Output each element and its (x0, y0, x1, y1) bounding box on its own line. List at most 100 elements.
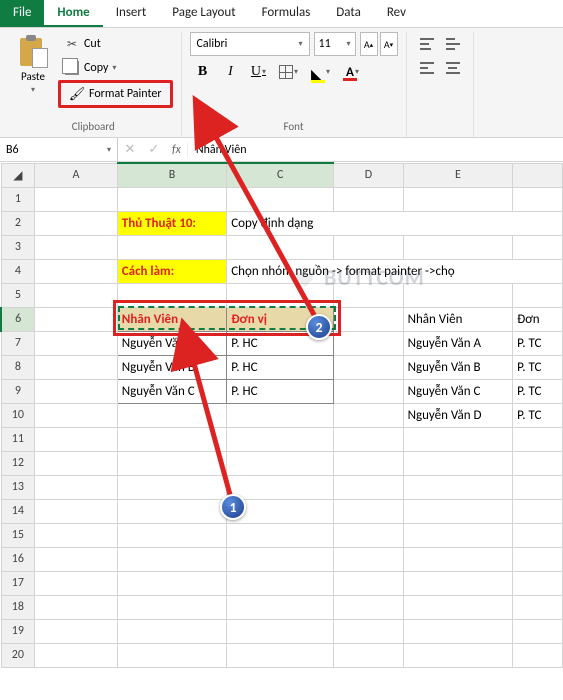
cell[interactable] (227, 595, 334, 619)
cell[interactable] (35, 451, 118, 475)
accept-formula-button[interactable]: ✓ (142, 142, 166, 157)
cell[interactable]: Copy định dạng (227, 211, 563, 235)
row-header[interactable]: 10 (1, 403, 35, 427)
fill-color-button[interactable]: ◣▾ (306, 60, 336, 84)
cell[interactable] (403, 523, 513, 547)
cell[interactable]: P. TC (513, 379, 563, 403)
cell[interactable] (334, 595, 403, 619)
row-header[interactable]: 18 (1, 595, 35, 619)
cell[interactable]: P. HC (227, 331, 334, 355)
col-header-E[interactable]: E (403, 163, 513, 187)
cell[interactable] (334, 499, 403, 523)
underline-button[interactable]: U▾ (246, 60, 272, 84)
align-left-button[interactable] (415, 56, 439, 80)
cell[interactable] (35, 379, 118, 403)
cell[interactable] (513, 619, 563, 643)
cell[interactable] (117, 283, 226, 307)
cell[interactable] (513, 187, 563, 211)
font-name-select[interactable]: Calibri▾ (190, 32, 310, 56)
row-header[interactable]: 7 (1, 331, 35, 355)
cell[interactable]: P. HC (227, 379, 334, 403)
row-header[interactable]: 4 (1, 259, 35, 283)
cell[interactable] (513, 427, 563, 451)
fx-icon[interactable]: fx (166, 143, 188, 157)
cell[interactable] (334, 355, 403, 379)
cell[interactable] (227, 451, 334, 475)
decrease-font-button[interactable]: A▾ (380, 32, 398, 56)
cell[interactable] (403, 475, 513, 499)
cell[interactable] (513, 595, 563, 619)
cell[interactable] (334, 331, 403, 355)
cell[interactable] (227, 403, 334, 427)
row-header[interactable]: 20 (1, 643, 35, 667)
copy-button[interactable]: Copy ▾ (58, 56, 173, 80)
format-painter-button[interactable]: Format Painter (58, 80, 173, 108)
cell[interactable] (403, 427, 513, 451)
cut-button[interactable]: Cut (58, 32, 173, 56)
cell[interactable] (117, 547, 226, 571)
formula-input[interactable]: Nhân Viên (188, 143, 563, 157)
cell[interactable] (35, 523, 118, 547)
italic-button[interactable]: I (218, 60, 244, 84)
cell[interactable] (227, 187, 334, 211)
cell[interactable] (117, 523, 226, 547)
cell[interactable] (513, 475, 563, 499)
tab-page-layout[interactable]: Page Layout (159, 0, 248, 27)
cell[interactable] (513, 643, 563, 667)
tab-review[interactable]: Rev (374, 0, 419, 27)
cell[interactable] (227, 523, 334, 547)
cell[interactable] (35, 595, 118, 619)
cell[interactable]: Nguyễn Văn A (117, 331, 226, 355)
row-header[interactable]: 16 (1, 547, 35, 571)
increase-font-button[interactable]: A▴ (360, 32, 378, 56)
cell[interactable]: Nguyễn Văn B (117, 355, 226, 379)
cell[interactable]: P. TC (513, 331, 563, 355)
cell[interactable] (117, 595, 226, 619)
cell[interactable]: Nguyễn Văn C (117, 379, 226, 403)
col-header-D[interactable]: D (334, 163, 403, 187)
cell[interactable] (334, 283, 403, 307)
cell[interactable] (35, 187, 118, 211)
cell[interactable] (403, 619, 513, 643)
cell[interactable] (117, 427, 226, 451)
align-center-button[interactable] (441, 56, 465, 80)
cell[interactable] (35, 499, 118, 523)
borders-button[interactable]: ▾ (274, 60, 304, 84)
cell[interactable] (227, 643, 334, 667)
col-header-F[interactable] (513, 163, 563, 187)
cell[interactable] (227, 235, 334, 259)
cell[interactable] (117, 187, 226, 211)
tab-data[interactable]: Data (323, 0, 374, 27)
cell[interactable] (117, 451, 226, 475)
cell[interactable]: Đơn vị (227, 307, 334, 331)
tab-insert[interactable]: Insert (103, 0, 160, 27)
tab-home[interactable]: Home (44, 0, 102, 27)
cell[interactable] (403, 547, 513, 571)
cell[interactable] (35, 547, 118, 571)
cell[interactable] (35, 475, 118, 499)
cell[interactable] (227, 571, 334, 595)
cell[interactable]: P. HC (227, 355, 334, 379)
cell[interactable]: P. TC (513, 355, 563, 379)
row-header[interactable]: 17 (1, 571, 35, 595)
cell[interactable] (334, 379, 403, 403)
cell[interactable] (403, 571, 513, 595)
row-header[interactable]: 14 (1, 499, 35, 523)
cell[interactable] (334, 427, 403, 451)
font-color-button[interactable]: A▾ (338, 60, 368, 84)
row-header[interactable]: 15 (1, 523, 35, 547)
row-header[interactable]: 3 (1, 235, 35, 259)
row-header[interactable]: 9 (1, 379, 35, 403)
cell[interactable] (334, 235, 403, 259)
cell[interactable] (403, 283, 513, 307)
cell[interactable] (403, 187, 513, 211)
cell[interactable]: Chọn nhóm nguồn -> format painter ->chọ (227, 259, 563, 283)
cell[interactable] (403, 235, 513, 259)
select-all-button[interactable]: ◢ (1, 163, 35, 187)
cell[interactable] (513, 571, 563, 595)
row-header[interactable]: 6 (1, 307, 35, 331)
cell[interactable] (403, 643, 513, 667)
row-header[interactable]: 1 (1, 187, 35, 211)
cell[interactable] (35, 235, 118, 259)
cell[interactable]: P. TC (513, 403, 563, 427)
